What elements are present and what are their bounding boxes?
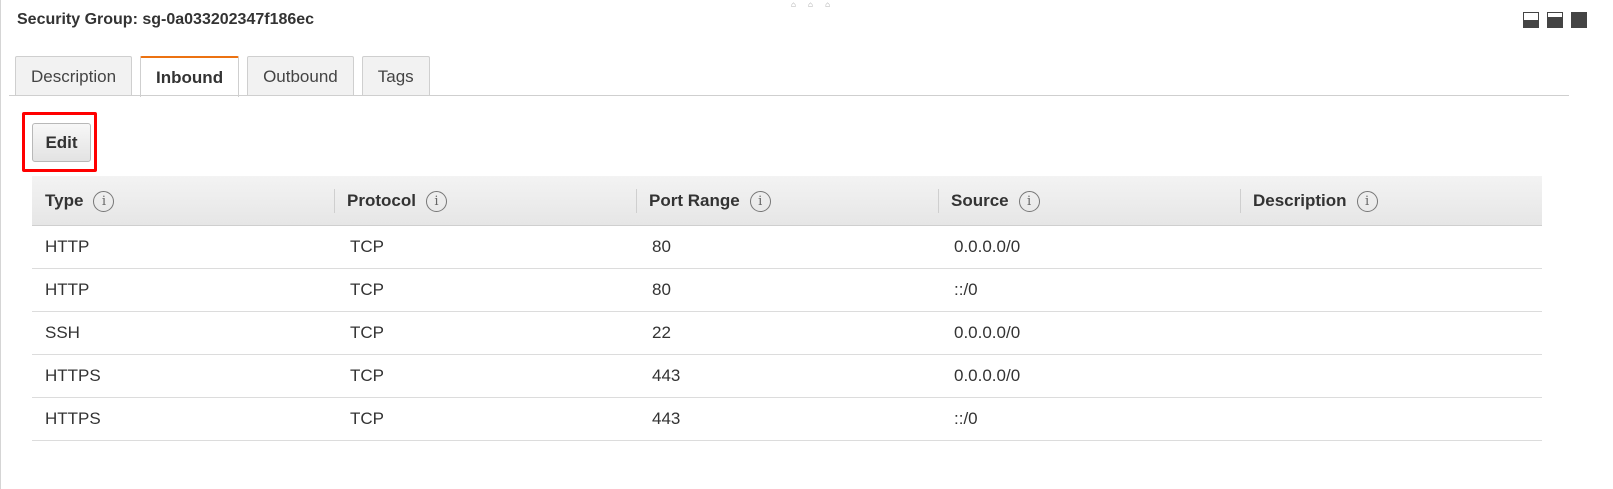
minimize-panel-icon[interactable] [1523, 12, 1539, 28]
edit-button[interactable]: Edit [32, 123, 91, 162]
column-header-description[interactable]: Description i [1240, 176, 1542, 226]
column-header-type[interactable]: Type i [32, 176, 334, 226]
cell-type: HTTPS [45, 366, 101, 385]
info-icon[interactable]: i [1356, 190, 1378, 212]
cell-protocol: TCP [350, 280, 384, 299]
maximize-panel-icon[interactable] [1571, 12, 1587, 28]
cell-port-range: 443 [652, 366, 681, 385]
column-header-label: Type [45, 191, 84, 210]
cell-protocol: TCP [350, 237, 384, 256]
cell-description [1240, 226, 1542, 268]
tab-bar: Description Inbound Outbound Tags [15, 56, 430, 97]
cell-type: HTTP [45, 237, 90, 256]
column-header-protocol[interactable]: Protocol i [334, 176, 636, 226]
column-header-label: Port Range [649, 191, 740, 210]
info-icon[interactable]: i [425, 190, 447, 212]
cell-source: 0.0.0.0/0 [954, 323, 1021, 342]
tab-divider [9, 95, 1569, 96]
cell-description [1240, 398, 1542, 440]
column-header-port-range[interactable]: Port Range i [636, 176, 938, 226]
info-icon[interactable]: i [93, 190, 115, 212]
inbound-rules-table: Type i Protocol i Port Range i Source i … [32, 176, 1542, 441]
panel-window-controls [1523, 12, 1587, 28]
table-row[interactable]: HTTP TCP 80 ::/0 [32, 269, 1542, 312]
cell-source: 0.0.0.0/0 [954, 366, 1021, 385]
panel-title: Security Group: sg-0a033202347f186ec [17, 11, 315, 28]
security-group-panel: Security Group: sg-0a033202347f186ec ⌂ ⌂… [0, 0, 1613, 489]
cell-description [1240, 269, 1542, 311]
cell-type: HTTPS [45, 409, 101, 428]
tab-description[interactable]: Description [15, 56, 133, 96]
cell-port-range: 80 [652, 237, 671, 256]
table-header: Type i Protocol i Port Range i Source i … [32, 176, 1542, 226]
tab-inbound[interactable]: Inbound [140, 56, 240, 97]
table-row[interactable]: HTTP TCP 80 0.0.0.0/0 [32, 226, 1542, 269]
cell-source: 0.0.0.0/0 [954, 237, 1021, 256]
resize-drag-handle[interactable]: ⌂ ⌂ ⌂ [791, 0, 835, 9]
tab-outbound[interactable]: Outbound [247, 56, 354, 96]
cell-description [1240, 312, 1542, 354]
cell-description [1240, 355, 1542, 397]
cell-type: HTTP [45, 280, 90, 299]
cell-protocol: TCP [350, 323, 384, 342]
cell-protocol: TCP [350, 366, 384, 385]
cell-port-range: 22 [652, 323, 671, 342]
column-header-source[interactable]: Source i [938, 176, 1240, 226]
table-row[interactable]: SSH TCP 22 0.0.0.0/0 [32, 312, 1542, 355]
cell-source: ::/0 [954, 409, 978, 428]
column-header-label: Source [951, 191, 1009, 210]
half-panel-icon[interactable] [1547, 12, 1563, 28]
column-header-label: Description [1253, 191, 1347, 210]
cell-protocol: TCP [350, 409, 384, 428]
info-icon[interactable]: i [749, 190, 771, 212]
cell-port-range: 80 [652, 280, 671, 299]
table-row[interactable]: HTTPS TCP 443 0.0.0.0/0 [32, 355, 1542, 398]
cell-source: ::/0 [954, 280, 978, 299]
cell-port-range: 443 [652, 409, 681, 428]
column-header-label: Protocol [347, 191, 416, 210]
cell-type: SSH [45, 323, 80, 342]
tab-tags[interactable]: Tags [361, 56, 430, 96]
info-icon[interactable]: i [1018, 190, 1040, 212]
table-row[interactable]: HTTPS TCP 443 ::/0 [32, 398, 1542, 441]
